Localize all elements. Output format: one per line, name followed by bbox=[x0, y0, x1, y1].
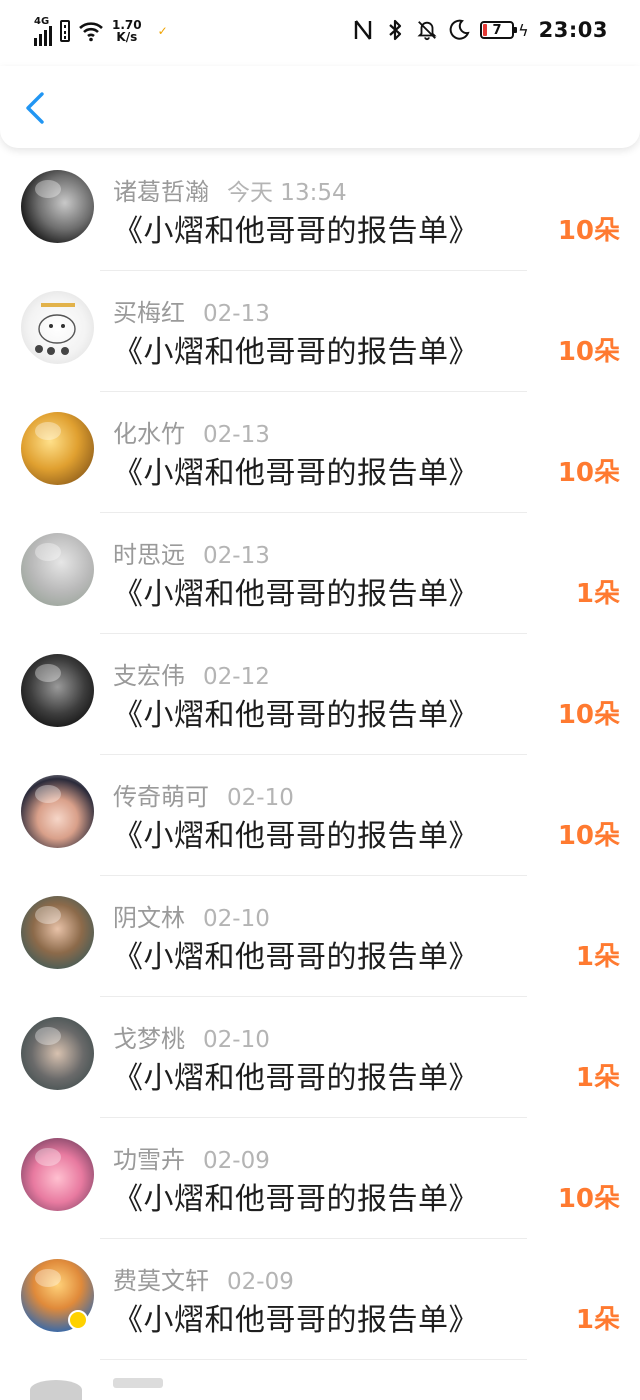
sender-name: 阴文林 bbox=[113, 904, 185, 932]
gift-list: 诸葛哲瀚 今天 13:54 《小熠和他哥哥的报告单》 10朵 买梅红 02-13 《… bbox=[0, 150, 640, 1360]
avatar[interactable] bbox=[21, 291, 94, 364]
work-title: 《小熠和他哥哥的报告单》 bbox=[113, 456, 479, 491]
work-title: 《小熠和他哥哥的报告单》 bbox=[113, 577, 479, 612]
work-title: 《小熠和他哥哥的报告单》 bbox=[113, 214, 479, 249]
sent-date: 02-10 bbox=[227, 785, 294, 811]
list-item[interactable]: 费莫文轩 02-09 《小熠和他哥哥的报告单》 1朵 bbox=[0, 1239, 640, 1360]
sent-date: 02-12 bbox=[203, 664, 270, 690]
sent-date: 02-13 bbox=[203, 543, 270, 569]
divider bbox=[100, 1359, 527, 1360]
item-meta: 费莫文轩 02-09 bbox=[113, 1261, 294, 1296]
gift-amount: 10朵 bbox=[557, 216, 620, 246]
network-speed: 1.70 K/s bbox=[112, 19, 142, 43]
list-item[interactable]: 支宏伟 02-12 《小熠和他哥哥的报告单》 10朵 bbox=[0, 634, 640, 755]
status-bar: 4G 1.70 K/s ✓ 7 ϟ 23:03 bbox=[0, 0, 640, 66]
bluetooth-icon bbox=[384, 19, 406, 41]
work-title: 《小熠和他哥哥的报告单》 bbox=[113, 940, 479, 975]
sender-name: 诸葛哲瀚 bbox=[113, 178, 209, 206]
item-meta: 化水竹 02-13 bbox=[113, 414, 270, 449]
status-right: 7 ϟ 23:03 bbox=[352, 18, 608, 42]
moon-icon bbox=[448, 19, 470, 41]
gift-amount: 10朵 bbox=[557, 821, 620, 851]
signal-group: 4G bbox=[34, 16, 52, 46]
cartoon-avatar-icon bbox=[35, 303, 76, 355]
sent-date: 02-09 bbox=[227, 1269, 294, 1295]
sent-date: 02-10 bbox=[203, 906, 270, 932]
avatar[interactable] bbox=[21, 896, 94, 969]
avatar[interactable] bbox=[21, 170, 94, 243]
gift-amount: 1朵 bbox=[575, 942, 620, 972]
gift-amount: 10朵 bbox=[557, 458, 620, 488]
gift-amount: 1朵 bbox=[575, 1305, 620, 1335]
avatar[interactable] bbox=[21, 533, 94, 606]
wifi-icon bbox=[78, 20, 104, 42]
item-meta: 诸葛哲瀚 今天 13:54 bbox=[113, 172, 347, 207]
list-item[interactable]: 化水竹 02-13 《小熠和他哥哥的报告单》 10朵 bbox=[0, 392, 640, 513]
sent-date: 02-13 bbox=[203, 422, 270, 448]
sent-date: 今天 13:54 bbox=[227, 180, 347, 206]
gift-amount: 10朵 bbox=[557, 1184, 620, 1214]
list-item[interactable]: 阴文林 02-10 《小熠和他哥哥的报告单》 1朵 bbox=[0, 876, 640, 997]
gift-amount: 10朵 bbox=[557, 337, 620, 367]
status-left: 4G 1.70 K/s ✓ bbox=[34, 16, 168, 46]
sender-name: 费莫文轩 bbox=[113, 1267, 209, 1295]
gift-amount: 10朵 bbox=[557, 700, 620, 730]
list-item[interactable]: 戈梦桃 02-10 《小熠和他哥哥的报告单》 1朵 bbox=[0, 997, 640, 1118]
avatar[interactable] bbox=[21, 775, 94, 848]
gift-amount: 1朵 bbox=[575, 1063, 620, 1093]
network-type: 4G bbox=[34, 16, 50, 27]
partial-avatar bbox=[30, 1380, 82, 1400]
sender-name: 支宏伟 bbox=[113, 662, 185, 690]
nfc-icon bbox=[352, 19, 374, 41]
list-item[interactable]: 时思远 02-13 《小熠和他哥哥的报告单》 1朵 bbox=[0, 513, 640, 634]
item-meta: 戈梦桃 02-10 bbox=[113, 1019, 270, 1054]
item-meta: 支宏伟 02-12 bbox=[113, 656, 270, 691]
clock: 23:03 bbox=[538, 18, 608, 42]
nav-bar bbox=[0, 66, 640, 148]
work-title: 《小熠和他哥哥的报告单》 bbox=[113, 698, 479, 733]
speed-unit: K/s bbox=[116, 30, 138, 44]
work-title: 《小熠和他哥哥的报告单》 bbox=[113, 819, 479, 854]
sender-name: 时思远 bbox=[113, 541, 185, 569]
work-title: 《小熠和他哥哥的报告单》 bbox=[113, 335, 479, 370]
chevron-left-icon bbox=[26, 92, 44, 124]
work-title: 《小熠和他哥哥的报告单》 bbox=[113, 1303, 479, 1338]
sender-name: 传奇萌可 bbox=[113, 783, 209, 811]
item-meta: 传奇萌可 02-10 bbox=[113, 777, 294, 812]
sent-date: 02-09 bbox=[203, 1148, 270, 1174]
sender-name: 功雪卉 bbox=[113, 1146, 185, 1174]
gift-amount: 1朵 bbox=[575, 579, 620, 609]
item-meta: 功雪卉 02-09 bbox=[113, 1140, 270, 1175]
item-meta: 买梅红 02-13 bbox=[113, 293, 270, 328]
sender-name: 化水竹 bbox=[113, 420, 185, 448]
avatar[interactable] bbox=[21, 1259, 94, 1332]
back-button[interactable] bbox=[22, 92, 50, 124]
battery-level: 7 bbox=[492, 22, 502, 38]
list-item[interactable]: 诸葛哲瀚 今天 13:54 《小熠和他哥哥的报告单》 10朵 bbox=[0, 150, 640, 271]
sim-icon bbox=[60, 20, 70, 42]
sender-name: 买梅红 bbox=[113, 299, 185, 327]
work-title: 《小熠和他哥哥的报告单》 bbox=[113, 1182, 479, 1217]
item-meta: 时思远 02-13 bbox=[113, 535, 270, 570]
mute-icon bbox=[416, 19, 438, 41]
list-item[interactable]: 买梅红 02-13 《小熠和他哥哥的报告单》 10朵 bbox=[0, 271, 640, 392]
sent-date: 02-13 bbox=[203, 301, 270, 327]
avatar[interactable] bbox=[21, 1017, 94, 1090]
avatar[interactable] bbox=[21, 654, 94, 727]
check-icon: ✓ bbox=[157, 24, 168, 38]
verified-badge-icon bbox=[68, 1310, 88, 1330]
battery-icon: 7 bbox=[480, 21, 518, 39]
sent-date: 02-10 bbox=[203, 1027, 270, 1053]
charging-icon: ϟ bbox=[518, 20, 529, 40]
list-item[interactable]: 传奇萌可 02-10 《小熠和他哥哥的报告单》 10朵 bbox=[0, 755, 640, 876]
avatar[interactable] bbox=[21, 412, 94, 485]
avatar[interactable] bbox=[21, 1138, 94, 1211]
item-meta: 阴文林 02-10 bbox=[113, 898, 270, 933]
list-item[interactable]: 功雪卉 02-09 《小熠和他哥哥的报告单》 10朵 bbox=[0, 1118, 640, 1239]
sender-name: 戈梦桃 bbox=[113, 1025, 185, 1053]
work-title: 《小熠和他哥哥的报告单》 bbox=[113, 1061, 479, 1096]
